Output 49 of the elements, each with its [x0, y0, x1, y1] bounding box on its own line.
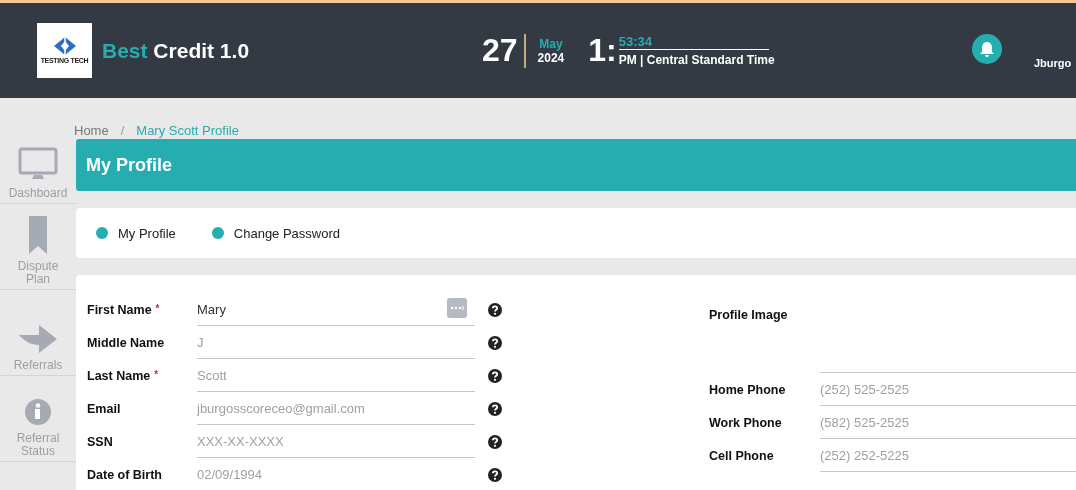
- arrow-icon: [19, 325, 57, 353]
- sidebar-item[interactable]: Dashboard: [0, 138, 76, 204]
- field-label: Profile Image: [709, 308, 789, 324]
- field-label: Middle Name: [87, 335, 165, 350]
- time-minutes: 53:34: [618, 34, 769, 50]
- field-label: Home Phone: [709, 382, 787, 397]
- field-label: SSN: [87, 434, 113, 449]
- field-label: Email: [87, 401, 121, 416]
- page-title: My Profile: [86, 154, 173, 176]
- field-label: First Name: [87, 302, 152, 317]
- help-icon[interactable]: [488, 467, 502, 482]
- user-name[interactable]: Jburgo: [1034, 57, 1072, 69]
- diamond-icon: [53, 37, 76, 55]
- input-field[interactable]: Scott: [197, 359, 475, 392]
- field-label: Work Phone: [709, 415, 783, 430]
- breadcrumb-link[interactable]: Mary Scott Profile: [136, 123, 239, 138]
- notification-bell-button[interactable]: [972, 34, 1002, 64]
- help-icon[interactable]: [488, 335, 502, 350]
- field-label: Cell Phone: [709, 448, 775, 463]
- profile-tab[interactable]: Change Password: [211, 225, 341, 241]
- breadcrumb-link[interactable]: Home: [74, 123, 109, 138]
- sidebar-item[interactable]: Dispute Plan: [0, 204, 76, 290]
- info-icon: [24, 398, 52, 426]
- date-day: 27: [482, 32, 518, 69]
- field-label: Last Name: [87, 368, 151, 383]
- required-mark: *: [155, 302, 160, 316]
- help-icon[interactable]: [488, 302, 502, 317]
- field-label: Date of Birth: [87, 467, 162, 482]
- bookmark-icon: [29, 216, 47, 254]
- breadcrumb-separator: /: [120, 123, 125, 138]
- input-field[interactable]: (582) 525-2525: [820, 406, 1076, 439]
- required-mark: *: [154, 368, 159, 382]
- date-month: May: [539, 36, 563, 51]
- help-icon[interactable]: [488, 401, 502, 416]
- help-icon[interactable]: [488, 434, 502, 449]
- profile-tab[interactable]: My Profile: [96, 225, 176, 241]
- time-hour: 1:: [588, 32, 617, 69]
- app-title: Best Credit 1.0: [102, 38, 251, 63]
- input-field[interactable]: XXX-XX-XXXX: [197, 425, 475, 458]
- bell-icon: [979, 40, 995, 58]
- monitor-icon: [18, 147, 58, 181]
- date-year: 2024: [537, 50, 565, 65]
- input-field[interactable]: 02/09/1994: [197, 458, 475, 490]
- input-field[interactable]: J: [197, 326, 475, 359]
- input-field[interactable]: (252) 252-5225: [820, 439, 1076, 472]
- input-field[interactable]: (252) 525-2525: [820, 373, 1076, 406]
- help-icon[interactable]: [488, 368, 502, 383]
- input-field[interactable]: jburgosscoreceo@gmail.com: [197, 392, 475, 425]
- time-zone: PM | Central Standard Time: [618, 53, 775, 67]
